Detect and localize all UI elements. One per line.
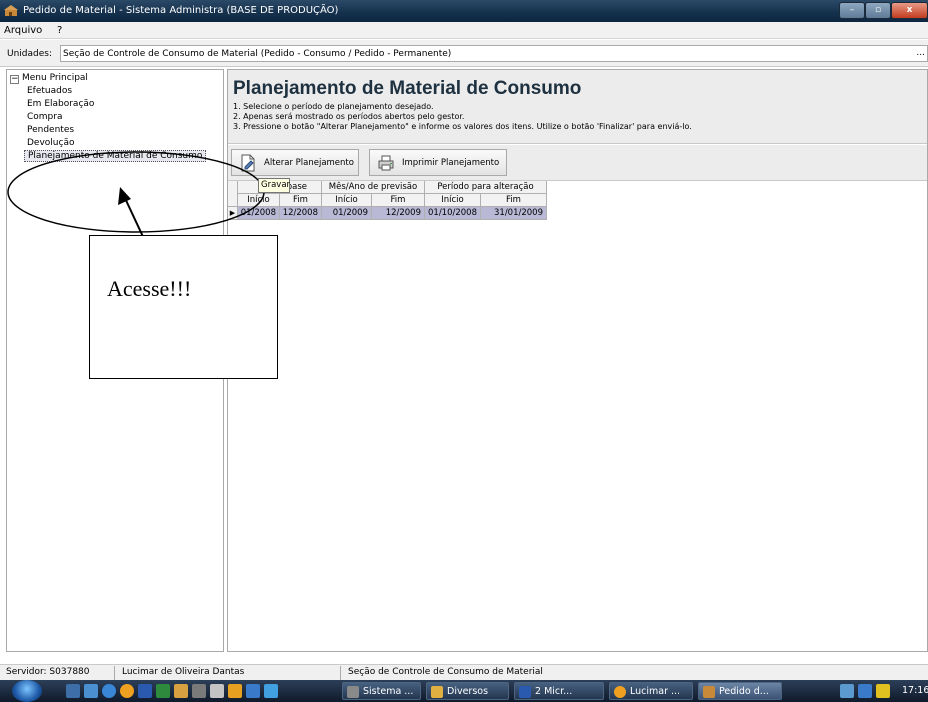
collapse-icon[interactable]: − [10, 75, 19, 84]
network-icon[interactable] [840, 684, 854, 698]
language-icon[interactable] [858, 684, 872, 698]
task-pedido[interactable]: Pedido d... [698, 682, 782, 700]
app-icon[interactable] [192, 684, 206, 698]
word-icon [519, 686, 531, 698]
grid-corner [228, 181, 238, 207]
tooltip-gravar: Gravar [258, 178, 290, 193]
printer-icon [378, 155, 394, 171]
menu-help[interactable]: ? [57, 25, 62, 36]
tree-item-devolucao[interactable]: Devolução [27, 138, 74, 148]
table-row-cell[interactable]: 01/2009 [322, 207, 372, 220]
show-desktop-icon[interactable] [66, 684, 80, 698]
messenger-icon [614, 686, 626, 698]
tree-item-em-elaboracao[interactable]: Em Elaboração [27, 99, 94, 109]
imprimir-planejamento-label: Imprimir Planejamento [402, 158, 500, 168]
app-icon[interactable] [246, 684, 260, 698]
instruction-2: 2. Apenas será mostrado os períodos aber… [233, 112, 465, 121]
alterar-planejamento-label: Alterar Planejamento [264, 158, 354, 168]
close-button[interactable]: x [891, 2, 928, 19]
grid-col-previsao-fim[interactable]: Fim [372, 194, 425, 207]
grid-col-base-inicio[interactable]: Início [238, 194, 280, 207]
task-label: Pedido d... [719, 686, 769, 697]
units-label: Unidades: [7, 49, 52, 59]
status-bar: Servidor: S037880 Lucimar de Oliveira Da… [0, 664, 928, 680]
table-row-cell[interactable]: 01/10/2008 [425, 207, 481, 220]
grid-col-periodo-inicio[interactable]: Início [425, 194, 481, 207]
app-icon [4, 5, 18, 16]
menu-arquivo[interactable]: Arquivo [4, 25, 42, 36]
word-icon[interactable] [138, 684, 152, 698]
task-label: Diversos [447, 686, 489, 697]
status-user: Lucimar de Oliveira Dantas [122, 667, 245, 677]
browser-icon[interactable] [102, 684, 116, 698]
task-label: Lucimar ... [630, 686, 681, 697]
app-icon[interactable] [264, 684, 278, 698]
menu-bar: Arquivo ? [0, 22, 928, 39]
window-switch-icon[interactable] [84, 684, 98, 698]
page-title: Planejamento de Material de Consumo [233, 78, 582, 99]
task-icon [347, 686, 359, 698]
grid-col-previsao-inicio[interactable]: Início [322, 194, 372, 207]
folder-icon [431, 686, 443, 698]
imprimir-planejamento-button[interactable]: Imprimir Planejamento [369, 149, 507, 176]
tree-item-pendentes[interactable]: Pendentes [27, 125, 74, 135]
grid-group-previsao: Mês/Ano de previsão [322, 181, 425, 194]
page-header: Planejamento de Material de Consumo 1. S… [228, 70, 927, 144]
callout-text: Acesse!!! [107, 276, 192, 301]
alterar-planejamento-button[interactable]: Alterar Planejamento [231, 149, 359, 176]
table-row-cell[interactable]: 12/2008 [280, 207, 322, 220]
maximize-button[interactable]: ▫ [865, 2, 891, 19]
task-lucimar[interactable]: Lucimar ... [609, 682, 693, 700]
status-separator [340, 666, 341, 680]
table-row-cell[interactable]: 12/2009 [372, 207, 425, 220]
table-row-cell[interactable]: 31/01/2009 [481, 207, 547, 220]
app-icon[interactable] [228, 684, 242, 698]
task-word[interactable]: 2 Micr... [514, 682, 604, 700]
system-tray: 17:16 [838, 680, 928, 702]
units-field[interactable]: Seção de Controle de Consumo de Material… [60, 45, 928, 62]
window-icon[interactable] [210, 684, 224, 698]
edit-document-icon [241, 154, 255, 172]
units-value: Seção de Controle de Consumo de Material… [63, 49, 452, 59]
title-bar: Pedido de Material - Sistema Administra … [0, 0, 928, 22]
tree-item-compra[interactable]: Compra [27, 112, 63, 122]
task-label: 2 Micr... [535, 686, 573, 697]
start-button[interactable] [12, 680, 42, 702]
task-sistema[interactable]: Sistema ... [342, 682, 421, 700]
window-title: Pedido de Material - Sistema Administra … [23, 5, 339, 16]
task-label: Sistema ... [363, 686, 414, 697]
units-bar: Unidades: Seção de Controle de Consumo d… [0, 40, 928, 67]
table-row-cell[interactable]: 01/2008 [238, 207, 280, 220]
messenger-icon[interactable] [120, 684, 134, 698]
tree-root-menu-principal[interactable]: Menu Principal [22, 73, 88, 83]
minimize-button[interactable]: – [839, 2, 865, 19]
units-more-button[interactable]: ... [916, 48, 925, 58]
tree-item-planejamento[interactable]: Planejamento de Material de Consumo [24, 150, 207, 162]
status-separator [114, 666, 115, 680]
task-diversos[interactable]: Diversos [426, 682, 509, 700]
tree-item-efetuados[interactable]: Efetuados [27, 86, 72, 96]
excel-icon[interactable] [156, 684, 170, 698]
row-indicator-icon: ▶ [228, 207, 238, 220]
grid-group-periodo: Período para alteração [425, 181, 547, 194]
grid-col-periodo-fim[interactable]: Fim [481, 194, 547, 207]
toolbar: Alterar Planejamento Imprimir Planejamen… [228, 145, 927, 181]
clock[interactable]: 17:16 [902, 685, 928, 696]
instruction-3: 3. Pressione o botão "Alterar Planejamen… [233, 122, 692, 131]
status-unit: Seção de Controle de Consumo de Material [348, 667, 543, 677]
main-panel: Planejamento de Material de Consumo 1. S… [227, 69, 928, 652]
folder-icon[interactable] [174, 684, 188, 698]
app-icon [703, 686, 715, 698]
grid-col-base-fim[interactable]: Fim [280, 194, 322, 207]
status-server: Servidor: S037880 [6, 667, 90, 677]
callout-box: Acesse!!! [89, 235, 278, 379]
instruction-1: 1. Selecione o período de planejamento d… [233, 102, 434, 111]
update-icon[interactable] [876, 684, 890, 698]
taskbar: Sistema ... Diversos 2 Micr... Lucimar .… [0, 680, 928, 702]
